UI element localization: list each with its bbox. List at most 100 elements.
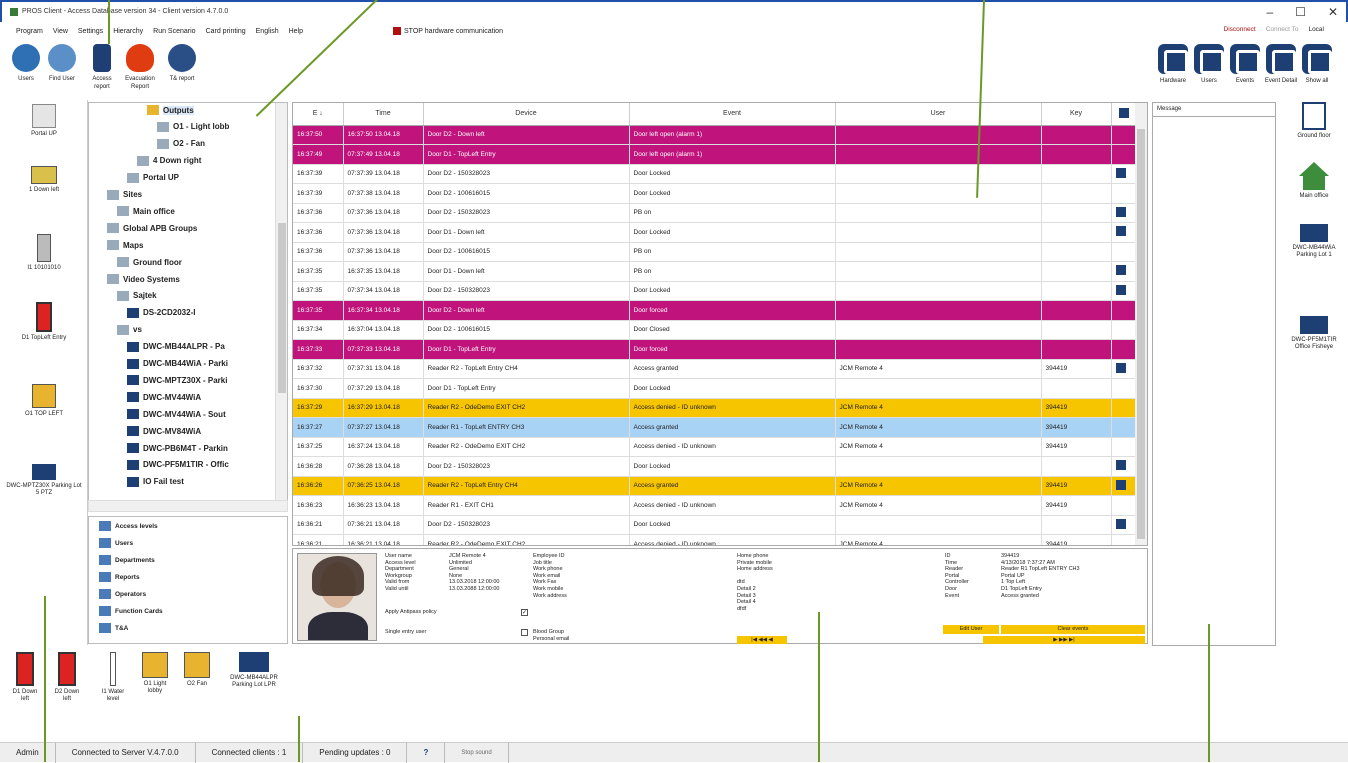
table-row[interactable]: 16:36:21 07:36:21 13.04.18 Door D2 - 15032… xyxy=(293,515,1138,535)
nav-first-buttons[interactable]: |◀ ◀◀ ◀ xyxy=(737,636,787,644)
table-row[interactable]: 16:36:21 16:36:21 13.04.18 Reader R2 - Ode… xyxy=(293,534,1138,545)
table-row[interactable]: 16:36:26 07:36:25 13.04.18 Reader R2 - Top… xyxy=(293,476,1138,496)
col-header-device[interactable]: Device xyxy=(423,103,630,126)
grid-scroll-thumb[interactable] xyxy=(1137,129,1145,539)
admin-tree-node[interactable]: T&A xyxy=(99,623,128,633)
tree-node[interactable]: DWC-PB6M4T - Parkin xyxy=(127,443,228,453)
find-user-button[interactable]: Find User xyxy=(44,44,80,83)
admin-tree-node[interactable]: Operators xyxy=(99,589,146,599)
tree-node[interactable]: Sajtek xyxy=(117,290,157,301)
table-row[interactable]: 16:37:29 16:37:29 13.04.18 Reader R2 - Ode… xyxy=(293,398,1138,418)
cell-camera[interactable] xyxy=(1111,281,1138,301)
nav-last-buttons[interactable]: ▶ ▶▶ ▶| xyxy=(983,636,1145,644)
connect-to-button[interactable]: Connect To xyxy=(1266,26,1299,33)
cell-camera[interactable] xyxy=(1111,359,1138,379)
tree-node[interactable]: DS-2CD2032-I xyxy=(127,307,195,318)
table-row[interactable]: 16:37:35 16:37:35 13.04.18 Door D1 - Down … xyxy=(293,261,1138,282)
right-device-camera-2[interactable]: DWC-PF5M1TIR Office Fisheye xyxy=(1284,316,1344,351)
left-device-controller[interactable]: 1 Down left xyxy=(4,166,84,194)
table-row[interactable]: 16:37:27 07:37:27 13.04.18 Reader R1 - Top… xyxy=(293,417,1138,438)
right-device-camera-1[interactable]: DWC-MB44WiA Parking Lot 1 xyxy=(1284,224,1344,259)
bottom-device-relay-2[interactable]: O2 Fan xyxy=(180,652,214,688)
stop-hardware-button[interactable]: STOP hardware communication xyxy=(393,27,503,35)
table-row[interactable]: 16:37:36 07:37:36 13.04.18 Door D2 - 10061… xyxy=(293,242,1138,262)
maximize-button[interactable]: ☐ xyxy=(1295,5,1306,19)
bottom-device-door-2[interactable]: D2 Down left xyxy=(50,652,84,703)
table-row[interactable]: 16:37:33 07:37:33 13.04.18 Door D1 - TopLe… xyxy=(293,339,1138,360)
tree-node[interactable]: O1 - Light lobb xyxy=(157,121,229,132)
table-row[interactable]: 16:37:35 16:37:34 13.04.18 Door D2 - Down … xyxy=(293,300,1138,321)
cell-camera[interactable] xyxy=(1111,476,1138,496)
tree-node[interactable]: vs xyxy=(117,324,142,335)
menu-program[interactable]: Program xyxy=(16,28,43,35)
left-device-camera[interactable]: DWC-MPTZ30X Parking Lot 5 PTZ xyxy=(4,464,84,497)
tree-node[interactable]: IO Fail test xyxy=(127,476,184,487)
col-header-camera[interactable] xyxy=(1111,103,1138,126)
table-row[interactable]: 16:37:49 07:37:49 13.04.18 Door D1 - TopLe… xyxy=(293,144,1138,165)
clear-events-button[interactable]: Clear events xyxy=(1001,625,1145,634)
table-row[interactable]: 16:36:23 16:36:23 13.04.18 Reader R1 - EXI… xyxy=(293,495,1138,516)
tree-node[interactable]: Sites xyxy=(107,189,142,200)
users-button[interactable]: Users xyxy=(8,44,44,83)
bottom-device-camera[interactable]: DWC-MB44ALPR Parking Lot LPR xyxy=(226,652,282,689)
col-header-time[interactable]: Time xyxy=(343,103,424,126)
tree-node[interactable]: DWC-MV44WiA - Sout xyxy=(127,409,226,420)
tree-node[interactable]: Maps xyxy=(107,240,143,251)
cell-camera[interactable] xyxy=(1111,515,1138,535)
cell-camera[interactable] xyxy=(1111,222,1138,243)
cell-camera[interactable] xyxy=(1111,456,1138,477)
table-row[interactable]: 16:37:32 07:37:31 13.04.18 Reader R2 - Top… xyxy=(293,359,1138,379)
edit-user-button[interactable]: Edit User xyxy=(943,625,999,634)
menu-run-scenario[interactable]: Run Scenario xyxy=(153,28,195,35)
col-header-e[interactable]: E ↓ xyxy=(293,103,344,126)
menu-hierarchy[interactable]: Hierarchy xyxy=(113,28,143,35)
menu-view[interactable]: View xyxy=(53,28,68,35)
menu-english[interactable]: English xyxy=(256,28,279,35)
tree-node[interactable]: Ground floor xyxy=(117,257,182,268)
tree-horizontal-scrollbar[interactable] xyxy=(88,500,288,512)
tree-node[interactable]: DWC-MB44WiA - Parki xyxy=(127,358,228,369)
tree-node[interactable]: Outputs xyxy=(147,105,194,115)
table-row[interactable]: 16:37:39 07:37:39 13.04.18 Door D2 - 15032… xyxy=(293,164,1138,184)
users-view-button[interactable]: Users xyxy=(1192,44,1226,85)
left-device-portal[interactable]: Portal UP xyxy=(4,104,84,138)
tree-node[interactable]: DWC-MPTZ30X - Parki xyxy=(127,375,227,386)
admin-tree-node[interactable]: Users xyxy=(99,538,133,548)
table-row[interactable]: 16:37:30 07:37:29 13.04.18 Door D1 - TopLe… xyxy=(293,378,1138,399)
access-report-button[interactable]: Access report xyxy=(84,44,120,91)
admin-tree-node[interactable]: Access levels xyxy=(99,521,158,531)
cell-camera[interactable] xyxy=(1111,261,1138,282)
col-header-event[interactable]: Event xyxy=(629,103,836,126)
grid-scrollbar[interactable] xyxy=(1135,103,1147,545)
cell-camera[interactable] xyxy=(1111,203,1138,223)
admin-tree-node[interactable]: Departments xyxy=(99,555,155,565)
right-device-floorplan[interactable]: Ground floor xyxy=(1284,102,1344,140)
cell-camera[interactable] xyxy=(1111,164,1138,184)
tree-node[interactable]: DWC-MB44ALPR - Pa xyxy=(127,341,225,352)
tree-scroll-thumb[interactable] xyxy=(278,223,286,393)
table-row[interactable]: 16:36:28 07:36:28 13.04.18 Door D2 - 15032… xyxy=(293,456,1138,477)
menu-help[interactable]: Help xyxy=(289,28,303,35)
menu-settings[interactable]: Settings xyxy=(78,28,103,35)
col-header-key[interactable]: Key xyxy=(1041,103,1112,126)
help-button[interactable]: ? xyxy=(407,742,446,763)
table-row[interactable]: 16:37:36 07:37:36 13.04.18 Door D2 - 15032… xyxy=(293,203,1138,223)
bottom-device-input[interactable]: I1 Water level xyxy=(96,652,130,703)
tree-node[interactable]: DWC-MV84WiA xyxy=(127,426,201,437)
stop-sound-button[interactable]: Stop sound xyxy=(445,742,509,763)
single-entry-checkbox[interactable] xyxy=(521,629,528,636)
left-device-door[interactable]: D1 TopLeft Entry xyxy=(4,302,84,342)
admin-tree-node[interactable]: Function Cards xyxy=(99,606,163,616)
bottom-device-relay-1[interactable]: O1 Light lobby xyxy=(138,652,172,695)
bottom-device-door-1[interactable]: D1 Down left xyxy=(8,652,42,703)
events-view-button[interactable]: Events xyxy=(1228,44,1262,85)
table-row[interactable]: 16:37:25 16:37:24 13.04.18 Reader R2 - Ode… xyxy=(293,437,1138,457)
right-device-home[interactable]: Main office xyxy=(1284,162,1344,200)
show-all-button[interactable]: Show all xyxy=(1300,44,1334,85)
left-device-reader[interactable]: I1 10101010 xyxy=(4,234,84,272)
menu-card-printing[interactable]: Card printing xyxy=(206,28,246,35)
tree-node[interactable]: DWC-PF5M1TIR - Offic xyxy=(127,459,229,470)
table-row[interactable]: 16:37:39 07:37:38 13.04.18 Door D2 - 10061… xyxy=(293,183,1138,204)
table-row[interactable]: 16:37:36 07:37:36 13.04.18 Door D1 - Down … xyxy=(293,222,1138,243)
tree-node[interactable]: Portal UP xyxy=(127,172,179,183)
